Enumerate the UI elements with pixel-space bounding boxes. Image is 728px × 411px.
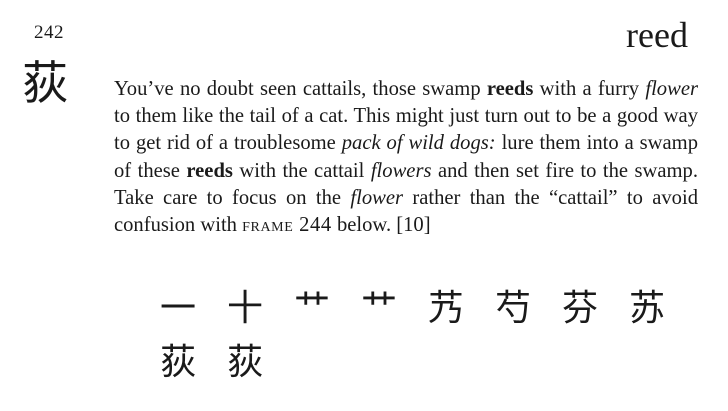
story-primitive-flower-2: flower: [350, 186, 404, 209]
frame-number: 242: [34, 22, 64, 43]
kanji-character: 荻: [22, 56, 68, 110]
keyword-title: reed: [626, 15, 688, 55]
stroke-step-2: 十: [227, 288, 264, 329]
stroke-step-4: 艹: [361, 288, 398, 329]
story-text-15: below. [10]: [331, 214, 431, 237]
stroke-order-sequence: 一 十 艹 艹 艿 芍 芬 苏 荻 荻: [160, 290, 700, 382]
story-keyword-reeds-2: reeds: [186, 159, 233, 182]
stroke-step-8: 苏: [629, 288, 666, 329]
story-text-9: with the cattail: [232, 159, 371, 182]
frame-reference: frame 244: [242, 214, 332, 237]
story-primitive-flower: flower: [645, 78, 698, 100]
story-primitive-pack-of-wild-dogs: pack of wild dogs:: [341, 132, 496, 155]
story-text: You’ve no doubt seen cattails, those swa…: [114, 76, 698, 239]
story-text-3: with a furry: [533, 78, 646, 100]
story-keyword-reeds: reeds: [486, 78, 534, 100]
story-text-1: You’ve no doubt seen cattails, those swa…: [114, 78, 487, 100]
stroke-step-10: 荻: [227, 342, 264, 383]
stroke-step-1: 一: [160, 288, 197, 329]
stroke-step-6: 芍: [495, 288, 532, 329]
stroke-step-3: 艹: [294, 288, 331, 329]
stroke-step-7: 芬: [562, 288, 599, 329]
stroke-step-9: 荻: [160, 342, 197, 383]
stroke-step-5: 艿: [428, 288, 465, 329]
story-primitive-flowers: flowers: [370, 159, 432, 182]
